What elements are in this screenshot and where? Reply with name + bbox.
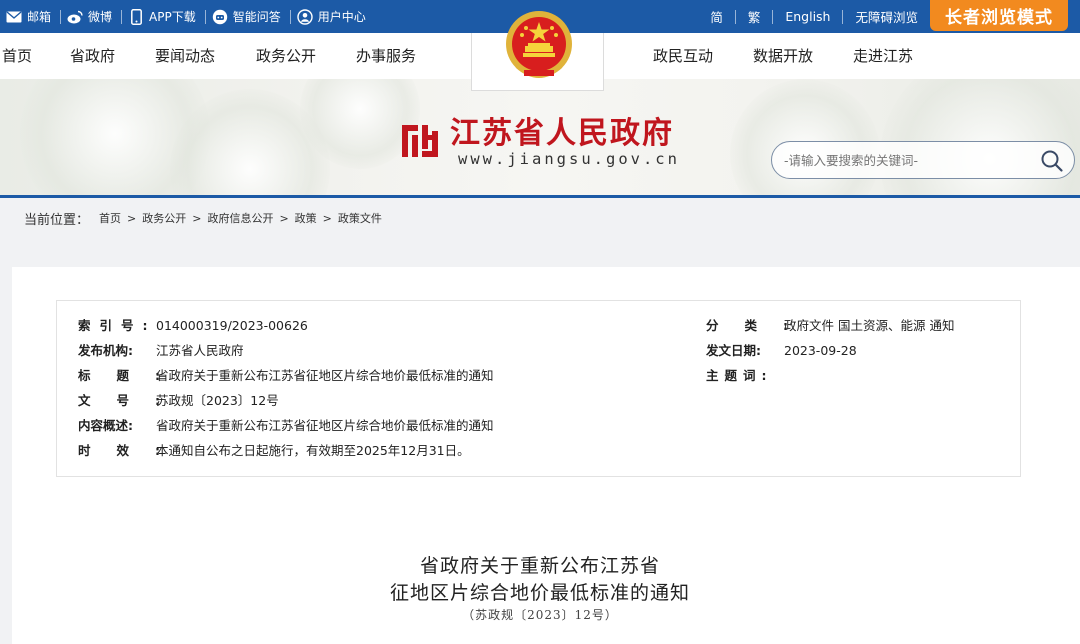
meta-key: 索引号: xyxy=(78,318,157,333)
meta-value: 014000319/2023-00626 xyxy=(156,318,308,333)
weibo-icon xyxy=(67,9,83,25)
breadcrumb-gov-affairs[interactable]: 政务公开 xyxy=(142,210,186,226)
meta-title: 标题: 省政府关于重新公布江苏省征地区片综合地价最低标准的通知 xyxy=(78,366,494,386)
nav-news[interactable]: 要闻动态 xyxy=(155,33,215,79)
meta-key: 发布机构: xyxy=(78,343,133,358)
nav-home[interactable]: 首页 xyxy=(2,33,32,79)
search-icon[interactable] xyxy=(1040,149,1064,173)
meta-value: 2023-09-28 xyxy=(784,343,857,358)
mail-icon xyxy=(6,9,22,25)
meta-index-no: 索引号: 014000319/2023-00626 xyxy=(78,316,308,336)
weibo-label: 微博 xyxy=(88,10,113,24)
site-logo-icon xyxy=(400,121,440,161)
simplified-chinese-link[interactable]: 简 xyxy=(698,7,735,26)
breadcrumb-separator: > xyxy=(192,211,202,225)
mail-label: 邮箱 xyxy=(27,10,52,24)
search-input[interactable] xyxy=(784,150,1034,170)
meta-value: 省政府关于重新公布江苏省征地区片综合地价最低标准的通知 xyxy=(156,368,494,383)
user-icon xyxy=(297,8,313,25)
breadcrumb: 当前位置： 首页 > 政务公开 > 政府信息公开 > 政策 > 政策文件 xyxy=(24,208,382,228)
app-download-label: APP下载 xyxy=(149,10,196,24)
meta-publisher: 发布机构: 江苏省人民政府 xyxy=(78,341,244,361)
english-link[interactable]: English xyxy=(773,9,842,24)
robot-icon xyxy=(212,9,228,25)
search-box xyxy=(771,141,1075,179)
breadcrumb-separator: > xyxy=(279,211,289,225)
meta-subject: 主题词: xyxy=(706,366,784,386)
document-number: （苏政规〔2023〕12号） xyxy=(462,608,618,622)
national-emblem-icon xyxy=(502,8,576,84)
breadcrumb-home[interactable]: 首页 xyxy=(99,210,121,226)
breadcrumb-info-disclosure[interactable]: 政府信息公开 xyxy=(207,210,273,226)
breadcrumb-policy-docs[interactable]: 政策文件 xyxy=(338,210,382,226)
phone-icon xyxy=(128,8,144,25)
app-download-link[interactable]: APP下载 xyxy=(122,0,205,33)
banner-bottom-line xyxy=(0,195,1080,198)
nav-about-jiangsu[interactable]: 走进江苏 xyxy=(853,33,913,79)
site-name: 江苏省人民政府 xyxy=(450,116,674,151)
nav-services[interactable]: 办事服务 xyxy=(356,33,416,79)
elder-mode-button[interactable]: 长者浏览模式 xyxy=(930,0,1068,31)
smart-qa-link[interactable]: 智能问答 xyxy=(206,0,290,33)
traditional-chinese-link[interactable]: 繁 xyxy=(736,7,773,26)
top-right-links: 简 繁 English 无障碍浏览 xyxy=(698,0,930,33)
nav-interaction[interactable]: 政民互动 xyxy=(653,33,713,79)
meta-key: 分类: xyxy=(706,318,814,333)
nav-provincial-gov[interactable]: 省政府 xyxy=(70,33,115,79)
weibo-link[interactable]: 微博 xyxy=(61,0,121,33)
top-left-links: 邮箱 微博 APP下载 智能问答 用户中心 xyxy=(0,0,375,33)
user-center-link[interactable]: 用户中心 xyxy=(291,0,375,33)
meta-key: 文号: xyxy=(78,393,186,408)
nav-gov-affairs[interactable]: 政务公开 xyxy=(256,33,316,79)
accessibility-link[interactable]: 无障碍浏览 xyxy=(843,7,930,26)
meta-value: 省政府关于重新公布江苏省征地区片综合地价最低标准的通知 xyxy=(156,418,494,433)
meta-key: 主题词: xyxy=(706,368,773,383)
nav-open-data[interactable]: 数据开放 xyxy=(753,33,813,79)
meta-summary: 内容概述: 省政府关于重新公布江苏省征地区片综合地价最低标准的通知 xyxy=(78,416,494,436)
meta-validity: 时效: 本通知自公布之日起施行，有效期至2025年12月31日。 xyxy=(78,441,470,461)
meta-key: 内容概述: xyxy=(78,418,133,433)
meta-value: 江苏省人民政府 xyxy=(156,343,244,358)
smart-qa-label: 智能问答 xyxy=(232,10,281,24)
meta-category: 分类: 政府文件 国土资源、能源 通知 xyxy=(706,316,954,336)
breadcrumb-label: 当前位置： xyxy=(24,212,90,228)
breadcrumb-separator: > xyxy=(322,211,332,225)
meta-value: 本通知自公布之日起施行，有效期至2025年12月31日。 xyxy=(156,443,470,458)
breadcrumb-separator: > xyxy=(127,211,137,225)
user-center-label: 用户中心 xyxy=(317,10,366,24)
mail-link[interactable]: 邮箱 xyxy=(0,0,60,33)
meta-doc-no: 文号: 苏政规〔2023〕12号 xyxy=(78,391,279,411)
breadcrumb-policy[interactable]: 政策 xyxy=(295,210,317,226)
meta-key: 时效: xyxy=(78,443,186,458)
site-url: www.jiangsu.gov.cn xyxy=(458,150,680,168)
meta-key: 发文日期: xyxy=(706,343,761,358)
meta-key: 标题: xyxy=(78,368,186,383)
meta-value: 政府文件 国土资源、能源 通知 xyxy=(784,318,955,333)
meta-date: 发文日期: 2023-09-28 xyxy=(706,341,857,361)
meta-value: 苏政规〔2023〕12号 xyxy=(156,393,279,408)
document-title-line2: 征地区片综合地价最低标准的通知 xyxy=(389,582,690,604)
document-title-line1: 省政府关于重新公布江苏省 xyxy=(419,555,660,577)
